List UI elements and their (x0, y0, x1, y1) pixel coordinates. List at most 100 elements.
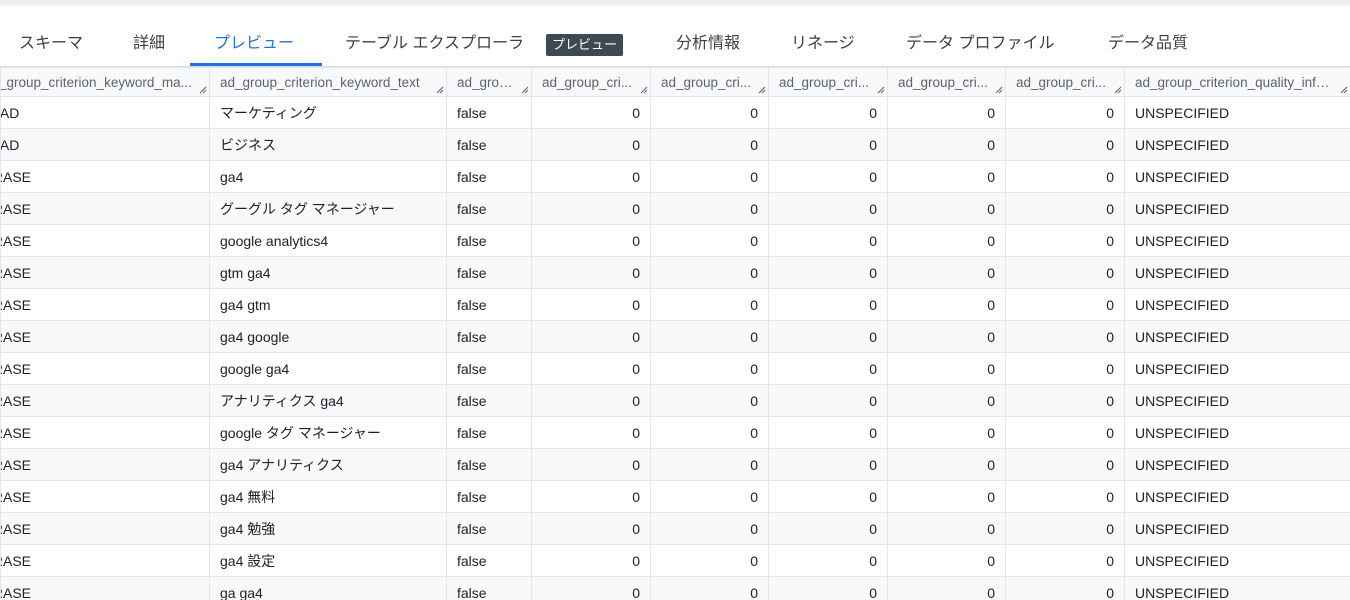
table-cell[interactable]: IRASE (0, 384, 210, 417)
table-cell[interactable]: 0 (887, 352, 1006, 385)
column-header[interactable]: ad_group_cri... (531, 67, 651, 97)
table-cell[interactable]: UNSPECIFIED (1124, 288, 1350, 321)
table-cell[interactable]: アナリティクス ga4 (209, 384, 447, 417)
table-cell[interactable]: 0 (1005, 128, 1125, 161)
table-cell[interactable]: UNSPECIFIED (1124, 384, 1350, 417)
table-cell[interactable]: IRASE (0, 160, 210, 193)
table-cell[interactable]: 0 (887, 448, 1006, 481)
table-cell[interactable]: 0 (531, 256, 651, 289)
table-cell[interactable]: UNSPECIFIED (1124, 512, 1350, 545)
table-row[interactable]: IRASEga ga4false00000UNSPECIFIED (0, 576, 1350, 600)
table-cell[interactable]: 0 (1005, 224, 1125, 257)
table-cell[interactable]: false (446, 384, 532, 417)
table-row[interactable]: IRASEga4 無料false00000UNSPECIFIED (0, 480, 1350, 513)
table-cell[interactable]: 0 (531, 128, 651, 161)
table-row[interactable]: IRASEグーグル タグ マネージャーfalse00000UNSPECIFIED (0, 192, 1350, 225)
table-cell[interactable]: IRASE (0, 576, 210, 600)
table-cell[interactable]: 0 (1005, 416, 1125, 449)
table-cell[interactable]: false (446, 480, 532, 513)
table-cell[interactable]: 0 (650, 384, 769, 417)
table-row[interactable]: IRASEアナリティクス ga4false00000UNSPECIFIED (0, 384, 1350, 417)
table-cell[interactable]: 0 (887, 160, 1006, 193)
table-cell[interactable]: 0 (768, 512, 888, 545)
table-cell[interactable]: 0 (768, 416, 888, 449)
table-cell[interactable]: OAD (0, 128, 210, 161)
table-cell[interactable]: 0 (650, 512, 769, 545)
table-cell[interactable]: false (446, 320, 532, 353)
table-cell[interactable]: 0 (531, 512, 651, 545)
table-cell[interactable]: IRASE (0, 352, 210, 385)
table-cell[interactable]: 0 (1005, 512, 1125, 545)
table-cell[interactable]: 0 (1005, 384, 1125, 417)
table-cell[interactable]: 0 (768, 320, 888, 353)
table-cell[interactable]: 0 (768, 352, 888, 385)
column-header[interactable]: ad_group_cri... (650, 67, 769, 97)
table-cell[interactable]: 0 (531, 576, 651, 600)
table-cell[interactable]: 0 (768, 192, 888, 225)
tab-preview[interactable]: プレビュー (214, 24, 294, 64)
column-resize-icon[interactable] (995, 86, 1003, 94)
table-cell[interactable]: ga4 設定 (209, 544, 447, 577)
table-cell[interactable]: IRASE (0, 544, 210, 577)
table-cell[interactable]: ga4 google (209, 320, 447, 353)
table-cell[interactable]: 0 (531, 448, 651, 481)
column-resize-icon[interactable] (436, 86, 444, 94)
table-cell[interactable]: 0 (768, 160, 888, 193)
table-cell[interactable]: UNSPECIFIED (1124, 448, 1350, 481)
column-resize-icon[interactable] (758, 86, 766, 94)
table-cell[interactable]: 0 (650, 224, 769, 257)
table-cell[interactable]: 0 (768, 384, 888, 417)
tab-lineage[interactable]: リネージ (791, 24, 855, 64)
table-row[interactable]: IRASEgtm ga4false00000UNSPECIFIED (0, 256, 1350, 289)
table-cell[interactable]: UNSPECIFIED (1124, 256, 1350, 289)
table-cell[interactable]: google タグ マネージャー (209, 416, 447, 449)
table-cell[interactable]: 0 (650, 416, 769, 449)
table-cell[interactable]: OAD (0, 96, 210, 129)
table-cell[interactable]: UNSPECIFIED (1124, 480, 1350, 513)
table-cell[interactable]: false (446, 224, 532, 257)
table-cell[interactable]: 0 (887, 512, 1006, 545)
tab-data-profile[interactable]: データ プロファイル (906, 24, 1054, 64)
table-cell[interactable]: false (446, 576, 532, 600)
table-row[interactable]: IRASEgoogle タグ マネージャーfalse00000UNSPECIFI… (0, 416, 1350, 449)
tab-details[interactable]: 詳細 (133, 24, 165, 64)
table-cell[interactable]: 0 (887, 192, 1006, 225)
table-cell[interactable]: 0 (1005, 320, 1125, 353)
table-cell[interactable]: 0 (531, 384, 651, 417)
table-cell[interactable]: ga4 無料 (209, 480, 447, 513)
table-cell[interactable]: 0 (1005, 192, 1125, 225)
table-cell[interactable]: 0 (1005, 160, 1125, 193)
table-cell[interactable]: UNSPECIFIED (1124, 160, 1350, 193)
table-cell[interactable]: false (446, 256, 532, 289)
table-cell[interactable]: ga4 勉強 (209, 512, 447, 545)
column-header[interactable]: ad_group_cri... (887, 67, 1006, 97)
table-cell[interactable]: 0 (531, 352, 651, 385)
table-cell[interactable]: 0 (768, 288, 888, 321)
table-cell[interactable]: ビジネス (209, 128, 447, 161)
table-cell[interactable]: google analytics4 (209, 224, 447, 257)
table-cell[interactable]: IRASE (0, 192, 210, 225)
table-cell[interactable]: IRASE (0, 288, 210, 321)
table-cell[interactable]: 0 (650, 160, 769, 193)
column-header[interactable]: _group_criterion_keyword_ma... (0, 67, 210, 97)
table-cell[interactable]: 0 (650, 352, 769, 385)
table-row[interactable]: OADマーケティングfalse00000UNSPECIFIED (0, 96, 1350, 129)
table-cell[interactable]: false (446, 160, 532, 193)
table-cell[interactable]: 0 (1005, 352, 1125, 385)
table-cell[interactable]: 0 (768, 256, 888, 289)
table-row[interactable]: IRASEga4 設定false00000UNSPECIFIED (0, 544, 1350, 577)
table-cell[interactable]: 0 (531, 416, 651, 449)
table-cell[interactable]: 0 (887, 256, 1006, 289)
table-cell[interactable]: 0 (1005, 480, 1125, 513)
table-cell[interactable]: マーケティング (209, 96, 447, 129)
table-cell[interactable]: 0 (768, 96, 888, 129)
table-cell[interactable]: 0 (650, 96, 769, 129)
table-cell[interactable]: google ga4 (209, 352, 447, 385)
table-cell[interactable]: IRASE (0, 512, 210, 545)
table-row[interactable]: IRASEga4false00000UNSPECIFIED (0, 160, 1350, 193)
table-cell[interactable]: 0 (887, 544, 1006, 577)
table-cell[interactable]: ga4 アナリティクス (209, 448, 447, 481)
table-cell[interactable]: 0 (650, 448, 769, 481)
table-cell[interactable]: 0 (887, 288, 1006, 321)
table-cell[interactable]: 0 (531, 160, 651, 193)
